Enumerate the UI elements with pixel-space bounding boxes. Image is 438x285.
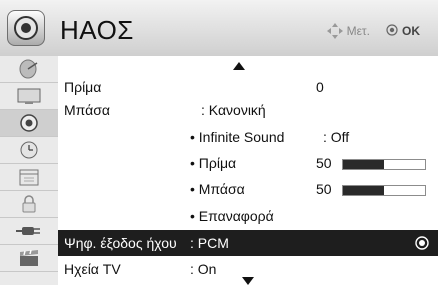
lock-icon xyxy=(22,195,36,213)
clapperboard-icon xyxy=(20,249,38,266)
treble-level-fill xyxy=(343,160,384,169)
sidebar-item-sound[interactable] xyxy=(0,110,58,137)
sound-menu-screen: ΗΑΟΣ Μετ. OK Πρίμα 0 Μπάσα: Κανονική • … xyxy=(0,0,438,285)
ok-button-icon xyxy=(386,23,398,39)
scroll-up-arrow-icon[interactable] xyxy=(233,62,245,70)
submenu-item-value: 50 xyxy=(316,155,332,171)
navigation-hint: Μετ. OK xyxy=(326,23,420,39)
menu-item-value: : Κανονική xyxy=(201,102,266,118)
monitor-icon xyxy=(17,88,41,104)
bass-level-bar[interactable] xyxy=(342,185,426,196)
sidebar-item-media[interactable] xyxy=(0,245,58,272)
category-sidebar xyxy=(0,56,59,285)
menu-item-value: : On xyxy=(190,261,217,277)
submenu-item-label: Πρίμα xyxy=(190,155,236,171)
treble-level-bar[interactable] xyxy=(342,159,426,170)
ok-hint-label: OK xyxy=(402,24,420,38)
page-title: ΗΑΟΣ xyxy=(60,15,134,45)
sidebar-item-picture[interactable] xyxy=(0,83,58,110)
sidebar-item-time[interactable] xyxy=(0,137,58,164)
menu-item-label: Ψηφ. έξοδος ήχου xyxy=(64,235,177,251)
speaker-icon xyxy=(7,10,45,46)
submenu-item-reset[interactable]: Επαναφορά xyxy=(58,203,438,229)
sidebar-item-channels[interactable] xyxy=(0,56,58,83)
speaker-icon xyxy=(20,114,38,132)
dpad-icon xyxy=(326,23,343,39)
menu-header: ΗΑΟΣ Μετ. OK xyxy=(0,0,438,57)
plug-icon xyxy=(16,227,40,235)
menu-item-bass[interactable]: Μπάσα : Κανονική xyxy=(58,97,438,123)
bass-level-fill xyxy=(343,186,384,195)
submenu-item-value: : Off xyxy=(323,129,350,145)
submenu-item-label: Επαναφορά xyxy=(190,208,274,224)
submenu-item-label: Infinite Sound xyxy=(190,129,285,145)
sidebar-item-lock[interactable] xyxy=(0,191,58,218)
calendar-icon xyxy=(19,169,39,186)
clock-icon xyxy=(20,141,38,159)
menu-item-digital-audio-out[interactable]: Ψηφ. έξοδος ήχου : PCM xyxy=(58,230,438,256)
submenu-item-treble[interactable]: Πρίμα 50 xyxy=(58,150,438,176)
menu-item-value: 0 xyxy=(316,79,324,95)
sound-settings-list: Πρίμα 0 Μπάσα : Κανονική Infinite Sound … xyxy=(58,56,438,285)
satellite-dish-icon xyxy=(19,59,38,79)
menu-item-value: : PCM xyxy=(190,235,229,251)
sidebar-item-input[interactable] xyxy=(0,218,58,245)
submenu-item-bass[interactable]: Μπάσα 50 xyxy=(58,176,438,202)
menu-item-label: Μπάσα xyxy=(64,102,110,118)
sidebar-item-option[interactable] xyxy=(0,164,58,191)
submenu-item-label: Μπάσα xyxy=(190,181,245,197)
move-hint-label: Μετ. xyxy=(346,24,370,38)
ok-button-icon[interactable] xyxy=(415,236,429,253)
menu-item-label: Ηχεία TV xyxy=(64,261,121,277)
submenu-item-value: 50 xyxy=(316,181,332,197)
submenu-item-infinite-sound[interactable]: Infinite Sound : Off xyxy=(58,124,438,150)
menu-item-label: Πρίμα xyxy=(64,79,102,95)
scroll-down-arrow-icon[interactable] xyxy=(242,277,254,285)
